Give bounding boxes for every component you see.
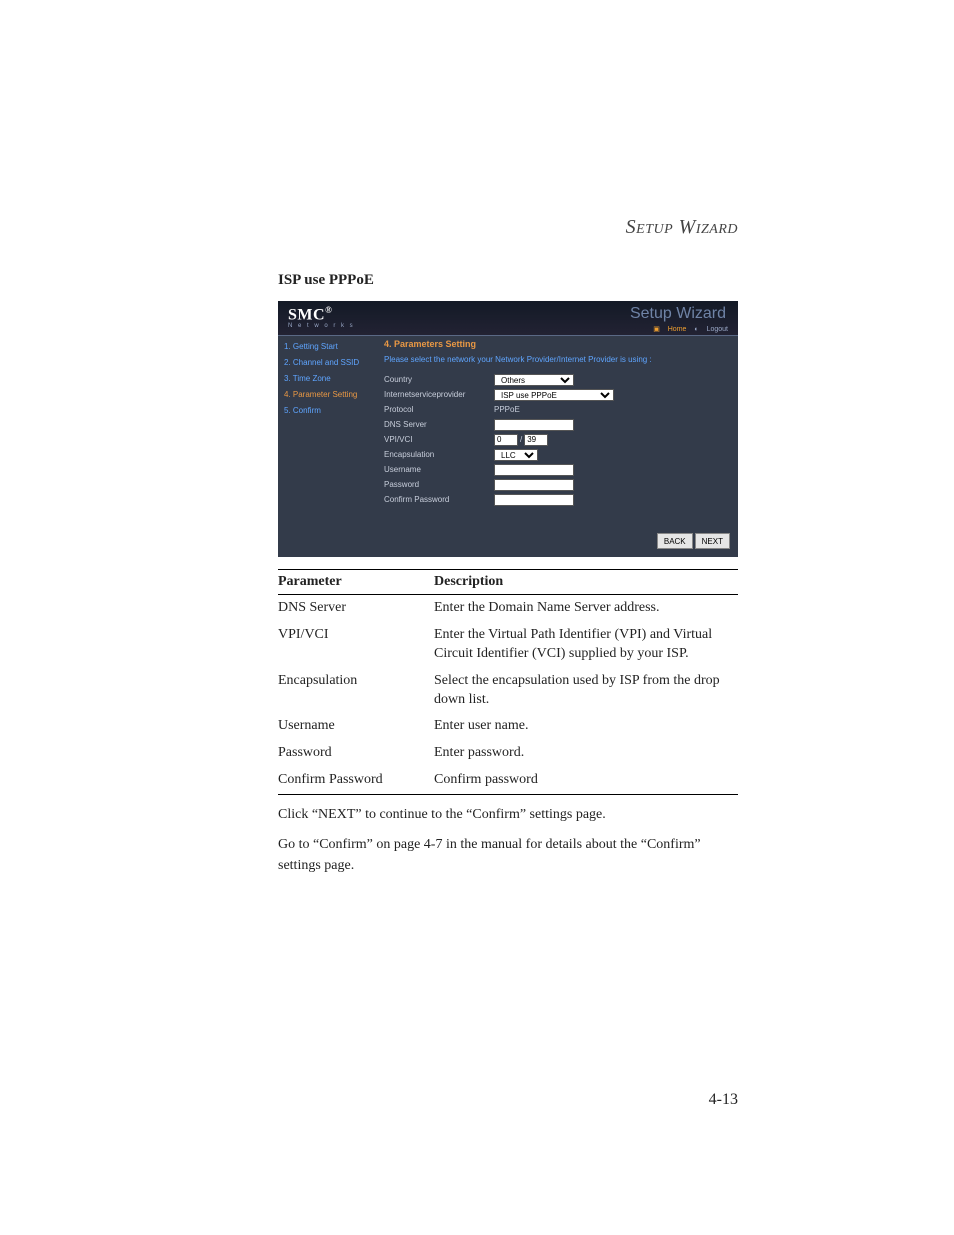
desc-cell: Confirm password xyxy=(434,767,738,794)
table-row: Username Enter user name. xyxy=(278,713,738,740)
parameter-description-table: Parameter Description DNS Server Enter t… xyxy=(278,569,738,795)
sidebar-step-3[interactable]: 3. Time Zone xyxy=(284,371,384,387)
wizard-title-graphic: Setup Wizard xyxy=(630,305,726,323)
encapsulation-select[interactable]: LLC xyxy=(494,449,538,461)
protocol-value: PPPoE xyxy=(494,405,520,414)
vpivci-separator: / xyxy=(520,435,522,444)
wizard-steps-sidebar: 1. Getting Start 2. Channel and SSID 3. … xyxy=(278,339,384,419)
vpi-input[interactable] xyxy=(494,434,518,446)
password-label: Password xyxy=(384,480,494,489)
param-cell: Encapsulation xyxy=(278,668,434,714)
desc-cell: Enter password. xyxy=(434,740,738,767)
col-header-description: Description xyxy=(434,570,738,595)
vci-input[interactable] xyxy=(524,434,548,446)
param-cell: DNS Server xyxy=(278,595,434,622)
divider xyxy=(278,335,738,336)
col-header-parameter: Parameter xyxy=(278,570,434,595)
encapsulation-label: Encapsulation xyxy=(384,450,494,459)
next-button[interactable]: NEXT xyxy=(695,533,730,549)
paragraph-confirm-reference: Go to “Confirm” on page 4-7 in the manua… xyxy=(278,835,738,876)
desc-cell: Enter user name. xyxy=(434,713,738,740)
wizard-main-panel: 4. Parameters Setting Please select the … xyxy=(384,339,732,507)
country-label: Country xyxy=(384,375,494,384)
table-row: Encapsulation Select the encapsulation u… xyxy=(278,668,738,714)
dns-label: DNS Server xyxy=(384,420,494,429)
desc-cell: Enter the Virtual Path Identifier (VPI) … xyxy=(434,622,738,668)
table-row: VPI/VCI Enter the Virtual Path Identifie… xyxy=(278,622,738,668)
param-cell: VPI/VCI xyxy=(278,622,434,668)
sidebar-step-4[interactable]: 4. Parameter Setting xyxy=(284,387,384,403)
brand-registered: ® xyxy=(325,305,332,315)
back-button[interactable]: BACK xyxy=(657,533,693,549)
panel-title: 4. Parameters Setting xyxy=(384,339,732,349)
brand-text: SMC xyxy=(288,306,325,323)
dns-input[interactable] xyxy=(494,419,574,431)
sidebar-step-5[interactable]: 5. Confirm xyxy=(284,403,384,419)
table-row: Password Enter password. xyxy=(278,740,738,767)
param-cell: Confirm Password xyxy=(278,767,434,794)
home-link[interactable]: ▣ Home xyxy=(653,326,686,333)
param-cell: Username xyxy=(278,713,434,740)
wizard-buttons: BACKNEXT xyxy=(655,533,730,549)
confirm-password-input[interactable] xyxy=(494,494,574,506)
brand-logo: SMC® xyxy=(288,305,332,324)
username-input[interactable] xyxy=(494,464,574,476)
desc-cell: Enter the Domain Name Server address. xyxy=(434,595,738,622)
vpivci-label: VPI/VCI xyxy=(384,435,494,444)
brand-subtext: N e t w o r k s xyxy=(288,323,355,329)
logout-link[interactable]: ◐ Logout xyxy=(694,326,728,333)
username-label: Username xyxy=(384,465,494,474)
page-number: 4-13 xyxy=(709,1091,738,1109)
page-header-title: Setup Wizard xyxy=(626,216,738,239)
panel-note: Please select the network your Network P… xyxy=(384,355,732,364)
table-row: Confirm Password Confirm password xyxy=(278,767,738,794)
confirm-password-label: Confirm Password xyxy=(384,495,494,504)
protocol-label: Protocol xyxy=(384,405,494,414)
paragraph-next-instruction: Click “NEXT” to continue to the “Confirm… xyxy=(278,805,738,825)
screenshot-topbar: SMC® N e t w o r k s Setup Wizard ▣ Home… xyxy=(278,301,738,335)
table-row: DNS Server Enter the Domain Name Server … xyxy=(278,595,738,622)
password-input[interactable] xyxy=(494,479,574,491)
isp-label: Internetserviceprovider xyxy=(384,390,494,399)
param-cell: Password xyxy=(278,740,434,767)
sidebar-step-2[interactable]: 2. Channel and SSID xyxy=(284,355,384,371)
wizard-screenshot: SMC® N e t w o r k s Setup Wizard ▣ Home… xyxy=(278,301,738,557)
desc-cell: Select the encapsulation used by ISP fro… xyxy=(434,668,738,714)
isp-select[interactable]: ISP use PPPoE xyxy=(494,389,614,401)
top-links: ▣ Home ◐ Logout xyxy=(647,325,728,333)
sidebar-step-1[interactable]: 1. Getting Start xyxy=(284,339,384,355)
country-select[interactable]: Others xyxy=(494,374,574,386)
section-heading: ISP use PPPoE xyxy=(278,272,738,289)
